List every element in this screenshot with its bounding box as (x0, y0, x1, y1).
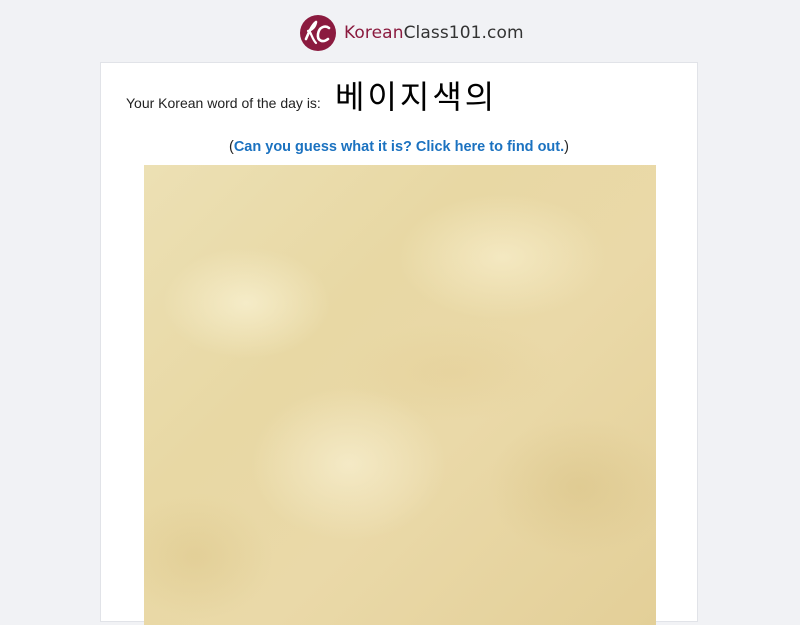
close-paren: ) (564, 139, 569, 155)
word-of-day-prefix: Your Korean word of the day is: (126, 95, 321, 111)
logo-wordmark: KoreanClass101.com (344, 23, 524, 43)
guess-reveal-link[interactable]: Can you guess what it is? Click here to … (234, 139, 564, 155)
guess-line: (Can you guess what it is? Click here to… (101, 139, 697, 155)
parchment-texture-image (144, 165, 656, 625)
logo-word-korean: Korean (344, 23, 404, 43)
logo-word-class101: Class101.com (403, 23, 524, 43)
site-header: KC KoreanClass101.com (0, 0, 800, 62)
kc-logo-icon: KC (300, 15, 336, 51)
korean-word: 베이지색의 (335, 78, 498, 116)
word-of-day-card: Your Korean word of the day is: 베이지색의 (C… (100, 62, 698, 625)
koreanclass101-logo[interactable]: KC KoreanClass101.com (299, 14, 524, 52)
